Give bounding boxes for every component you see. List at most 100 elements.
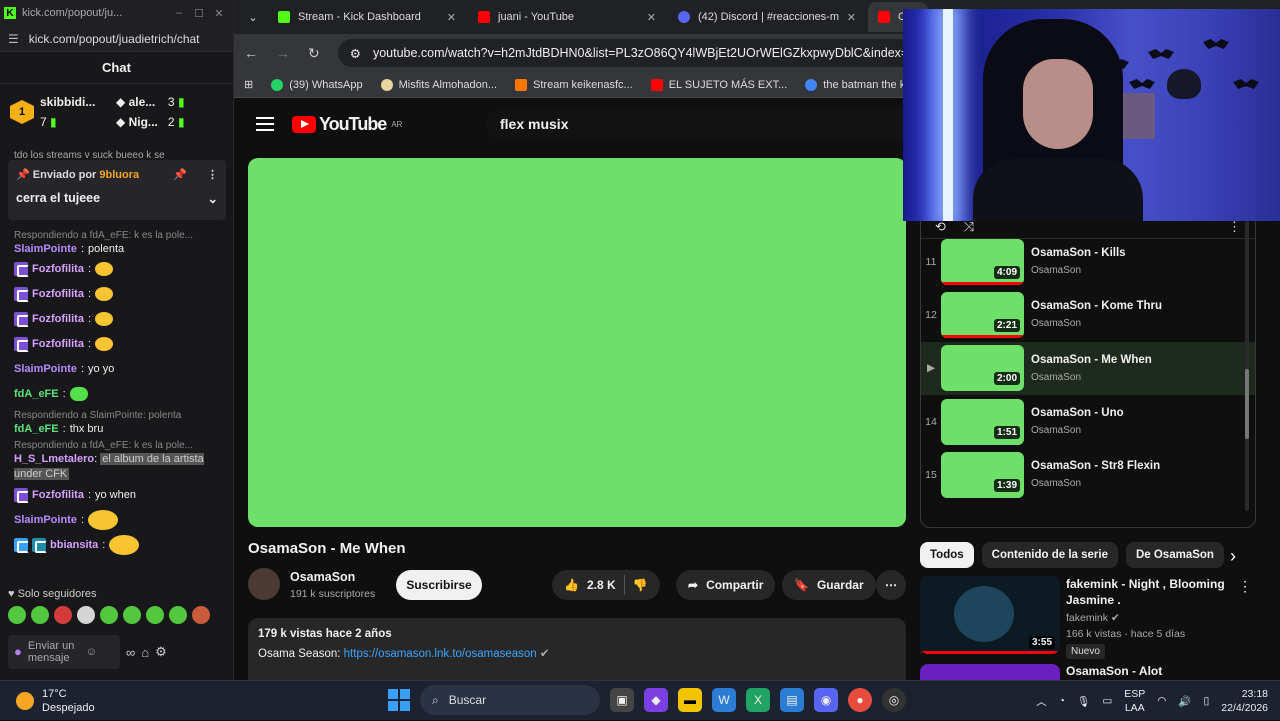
close-tab-icon[interactable]: ✕ <box>847 11 856 24</box>
back-icon[interactable]: ← <box>244 45 258 61</box>
playlist-item[interactable]: 14 1:51 OsamaSon - Uno OsamaSon <box>921 395 1255 448</box>
chat-username[interactable]: Fozfofilita <box>32 313 84 325</box>
channel-name[interactable]: OsamaSon <box>290 570 355 584</box>
bookmark-item[interactable]: EL SUJETO MÁS EXT... <box>650 78 787 91</box>
copilot-icon[interactable]: ◆ <box>644 688 668 712</box>
chat-username[interactable]: Fozfofilita <box>32 489 84 501</box>
site-info-icon[interactable]: ⚙ <box>350 46 361 61</box>
taskbar-search[interactable]: ⌕ Buscar <box>420 685 600 715</box>
youtube-logo[interactable]: YouTube AR <box>292 114 402 135</box>
emoji-icon[interactable]: ☺ <box>86 646 97 658</box>
tab-discord[interactable]: (42) Discord | #reacciones-musi ✕ <box>668 2 866 32</box>
recommended-thumbnail[interactable]: 3:55 <box>920 576 1060 654</box>
chat-username[interactable]: Fozfofilita <box>32 288 84 300</box>
like-icon[interactable]: 👍 <box>564 578 579 592</box>
tab-youtube-juani[interactable]: juani - YouTube ✕ <box>468 2 666 32</box>
chip-channel[interactable]: De OsamaSon <box>1125 542 1224 568</box>
reload-icon[interactable]: ↻ <box>308 45 320 62</box>
chat-input[interactable]: ● Enviar un mensaje ☺ <box>8 635 120 669</box>
recommended-thumbnail[interactable] <box>920 664 1060 680</box>
menu-icon[interactable] <box>256 117 274 131</box>
language-indicator[interactable]: ESP LAA <box>1124 687 1145 715</box>
chat-username[interactable]: Fozfofilita <box>32 338 84 350</box>
chat-username[interactable]: SlaimPointe <box>14 243 77 255</box>
chip-all[interactable]: Todos <box>920 542 974 568</box>
save-button[interactable]: 🔖 Guardar <box>782 570 876 600</box>
docs-icon[interactable]: ▤ <box>780 688 804 712</box>
more-icon[interactable]: ⋮ <box>1238 578 1252 595</box>
network-icon[interactable]: ◔ <box>1059 695 1065 707</box>
store-icon[interactable]: ⌂ <box>141 645 149 660</box>
chat-username[interactable]: Fozfofilita <box>32 263 84 275</box>
emote-icon[interactable] <box>192 606 210 624</box>
description-box[interactable]: 179 k vistas hace 2 años Osama Season: h… <box>248 618 906 680</box>
playlist-item[interactable]: 15 1:39 OsamaSon - Str8 Flexin OsamaSon <box>921 448 1255 501</box>
forward-icon[interactable]: → <box>276 45 290 61</box>
video-player[interactable] <box>248 158 906 527</box>
chat-username[interactable]: fdA_eFE <box>14 388 59 400</box>
obs-icon[interactable]: ◎ <box>882 688 906 712</box>
minimize-icon[interactable]: – <box>169 7 189 19</box>
tab-search-icon[interactable]: ⌄ <box>240 4 266 30</box>
pin-icon[interactable]: 📌 <box>173 168 187 181</box>
chevron-down-icon[interactable]: ⌄ <box>208 191 218 206</box>
emote-icon[interactable] <box>54 606 72 624</box>
recommended-video[interactable]: OsamaSon - Alot <box>920 664 1256 680</box>
search-input[interactable]: flex musix <box>486 108 906 140</box>
share-button[interactable]: ➦ Compartir <box>676 570 776 600</box>
playlist-item[interactable]: 11 4:09 OsamaSon - Kills OsamaSon <box>921 235 1255 288</box>
playlist-thumbnail[interactable]: 2:21 <box>941 291 1024 338</box>
more-icon[interactable]: ⋮ <box>207 168 218 181</box>
gifter-2-name[interactable]: ale... <box>129 95 156 109</box>
wifi-icon[interactable]: ◠ <box>1157 695 1166 707</box>
recommended-video[interactable]: 3:55 fakemink - Night , Blooming Jasmine… <box>920 576 1256 659</box>
bookmark-item[interactable]: Stream keikenasfc... <box>515 78 633 91</box>
tab-kick-dashboard[interactable]: Stream - Kick Dashboard ✕ <box>268 2 466 32</box>
playlist-thumbnail[interactable]: 1:39 <box>941 451 1024 498</box>
discord-icon[interactable]: ◉ <box>814 688 838 712</box>
pinned-user[interactable]: 9bluora <box>99 169 139 181</box>
excel-icon[interactable]: X <box>746 688 770 712</box>
volume-icon[interactable]: 🔊 <box>1178 695 1191 708</box>
apps-icon[interactable]: ⊞ <box>244 78 253 91</box>
chat-username[interactable]: fdA_eFE <box>14 423 59 435</box>
chat-username[interactable]: SlaimPointe <box>14 363 77 375</box>
emote-icon[interactable] <box>77 606 95 624</box>
chrome-icon[interactable]: ● <box>848 688 872 712</box>
channel-avatar[interactable] <box>248 568 280 600</box>
gifter-3-name[interactable]: Nig... <box>129 115 158 129</box>
close-icon[interactable]: ✕ <box>209 7 229 20</box>
bookmark-item[interactable]: (39) WhatsApp <box>271 78 363 91</box>
power-icon[interactable]: ▯ <box>1204 695 1210 707</box>
playlist-thumbnail[interactable]: 1:51 <box>941 398 1024 445</box>
site-settings-icon[interactable]: ☰ <box>8 32 19 46</box>
emote-icon[interactable] <box>31 606 49 624</box>
bookmark-item[interactable]: Misfits Almohadon... <box>380 78 497 91</box>
more-actions-button[interactable]: ⋯ <box>876 570 906 600</box>
close-tab-icon[interactable]: ✕ <box>647 11 656 24</box>
mic-icon[interactable]: ● <box>14 645 22 658</box>
gifter-1-name[interactable]: skibbidi... <box>40 95 110 109</box>
playlist-item[interactable]: 12 2:21 OsamaSon - Kome Thru OsamaSon <box>921 288 1255 341</box>
emote-icon[interactable] <box>169 606 187 624</box>
playlist-thumbnail[interactable]: 2:00 <box>941 345 1024 392</box>
file-explorer-icon[interactable]: ▬ <box>678 688 702 712</box>
kick-url[interactable]: kick.com/popout/juadietrich/chat <box>29 32 200 46</box>
word-icon[interactable]: W <box>712 688 736 712</box>
start-icon[interactable] <box>388 689 410 711</box>
dislike-icon[interactable]: 👎 <box>633 578 648 592</box>
task-view-icon[interactable]: ▣ <box>610 688 634 712</box>
recommended-channel[interactable]: fakemink <box>1066 612 1108 624</box>
subscribe-button[interactable]: Suscribirse <box>396 570 482 600</box>
pinned-message[interactable]: 📌 Enviado por 9bluora ⋮ 📌 cerra el tujee… <box>8 160 226 220</box>
weather-widget[interactable]: 17°C Despejado <box>0 687 240 715</box>
chat-username[interactable]: SlaimPointe <box>14 514 77 526</box>
chat-username[interactable]: bbiansita <box>50 539 98 551</box>
chat-username[interactable]: H_S_Lmetalero <box>14 453 94 465</box>
playlist-thumbnail[interactable]: 4:09 <box>941 238 1024 285</box>
like-count[interactable]: 2.8 K <box>587 578 616 592</box>
chip-series[interactable]: Contenido de la serie <box>981 542 1118 568</box>
maximize-icon[interactable]: ☐ <box>189 7 209 20</box>
emote-icon[interactable] <box>146 606 164 624</box>
clock[interactable]: 23:18 22/4/2026 <box>1221 687 1268 715</box>
